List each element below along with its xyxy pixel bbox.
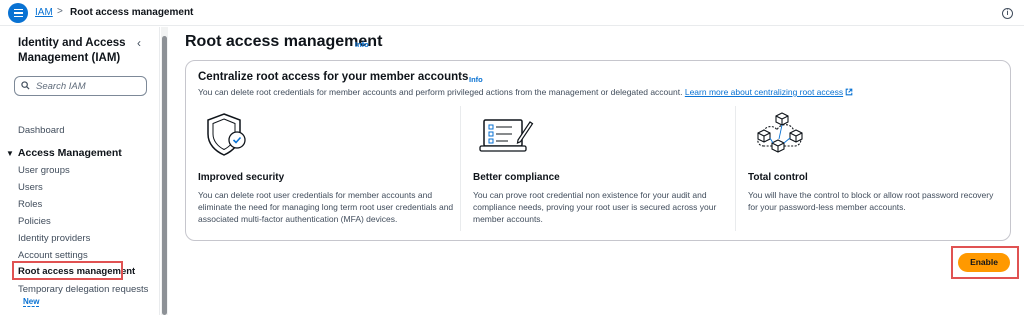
breadcrumb-separator-icon: > <box>57 6 63 17</box>
feature-title-improved-security: Improved security <box>198 172 285 183</box>
caret-down-icon: ▼ <box>6 149 14 158</box>
learn-more-label: Learn more about centralizing root acces… <box>684 87 844 97</box>
page-info-link[interactable]: Info <box>355 40 369 49</box>
sidebar-item-user-groups[interactable]: User groups <box>18 165 70 176</box>
feature-description-better-compliance: You can prove root credential non existe… <box>473 190 717 224</box>
feature-description-improved-security: You can delete root user credentials for… <box>198 190 454 224</box>
collapse-sidebar-icon[interactable]: ‹ <box>137 36 141 50</box>
sidebar-item-identity-providers[interactable]: Identity providers <box>18 233 90 244</box>
sidebar-section-access-management[interactable]: ▼ Access Management <box>6 147 122 159</box>
compliance-checklist-icon <box>479 119 534 152</box>
feature-title-total-control: Total control <box>748 172 808 183</box>
column-divider <box>735 106 736 231</box>
sidebar-title: Identity and Access Management (IAM) <box>18 37 126 64</box>
search-icon <box>21 81 30 90</box>
feature-title-better-compliance: Better compliance <box>473 172 560 183</box>
cloud-cubes-icon <box>757 112 803 153</box>
sidebar-item-dashboard[interactable]: Dashboard <box>18 125 64 136</box>
feature-description-total-control: You will have the control to block or al… <box>748 190 994 212</box>
breadcrumb-iam-link[interactable]: IAM <box>35 7 53 18</box>
sidebar-item-account-settings[interactable]: Account settings <box>18 250 88 261</box>
menu-icon[interactable] <box>8 3 28 23</box>
learn-more-link[interactable]: Learn more about centralizing root acces… <box>685 87 853 97</box>
external-link-icon <box>845 88 853 96</box>
info-icon[interactable]: i <box>1002 8 1013 19</box>
search-input[interactable]: Search IAM <box>14 76 147 96</box>
highlight-frame-nav <box>12 261 123 280</box>
card-description: You can delete root credentials for memb… <box>198 87 853 97</box>
sidebar-item-policies[interactable]: Policies <box>18 216 51 227</box>
shield-check-icon <box>207 113 246 156</box>
sidebar-item-roles[interactable]: Roles <box>18 199 42 210</box>
breadcrumb-current: Root access management <box>70 7 194 18</box>
sidebar-item-users[interactable]: Users <box>18 182 43 193</box>
sidebar-section-label: Access Management <box>17 147 122 159</box>
search-placeholder: Search IAM <box>36 81 86 92</box>
page-title: Root access management <box>185 33 383 50</box>
card-title: Centralize root access for your member a… <box>198 71 469 83</box>
new-badge: New <box>23 297 40 307</box>
card-info-link[interactable]: Info <box>469 75 483 84</box>
enable-button[interactable]: Enable <box>958 253 1010 272</box>
sidebar-item-temporary-delegation-requests[interactable]: Temporary delegation requests <box>18 284 148 295</box>
card-description-text: You can delete root credentials for memb… <box>198 87 683 97</box>
sidebar-scroll-thumb[interactable] <box>162 36 167 315</box>
